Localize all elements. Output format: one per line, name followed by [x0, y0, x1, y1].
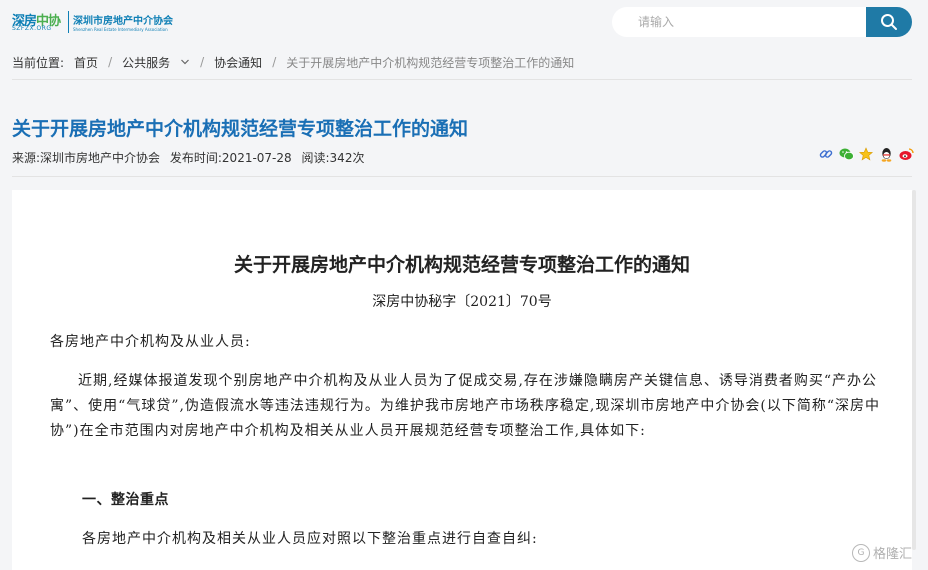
share-bar [818, 146, 914, 162]
search-input[interactable] [612, 7, 858, 37]
logo-domain: SZFZX.ORG [12, 25, 52, 32]
document-number: 深房中协秘字〔2021〕70号 [372, 294, 552, 310]
document-paragraph: 各房地产中介机构及相关从业人员应对照以下整治重点进行自查自纠: [82, 531, 538, 547]
article-publish-time: 发布时间:2021-07-28 [169, 151, 292, 165]
breadcrumb-notices[interactable]: 协会通知 [214, 54, 262, 71]
logo-name: 深圳市房地产中介协会 [73, 16, 173, 27]
weibo-icon[interactable] [898, 146, 914, 162]
logo-mark: 深房中协 SZFZX.ORG [12, 10, 64, 34]
search-button[interactable] [866, 7, 912, 37]
divider [12, 79, 912, 80]
search-box [612, 7, 867, 37]
breadcrumb-public-services[interactable]: 公共服务 [122, 54, 170, 71]
link-icon[interactable] [818, 146, 834, 162]
divider [12, 176, 912, 177]
logo-english-name: Shenzhen Real Estate Intermediary Associ… [73, 27, 168, 32]
article-title: 关于开展房地产中介机构规范经营专项整治工作的通知 [12, 118, 469, 140]
wechat-icon[interactable] [838, 146, 854, 162]
search-icon [881, 14, 897, 30]
document-salutation: 各房地产中介机构及从业人员: [50, 334, 251, 350]
logo-text: 深圳市房地产中介协会 Shenzhen Real Estate Intermed… [73, 12, 173, 32]
document-title: 关于开展房地产中介机构规范经营专项整治工作的通知 [233, 254, 690, 276]
scrollbar[interactable] [912, 190, 916, 550]
breadcrumb-home[interactable]: 首页 [74, 54, 98, 71]
article-read-count: 阅读:342次 [301, 151, 365, 165]
watermark-text: 格隆汇 [873, 547, 913, 562]
logo-divider [68, 11, 69, 33]
breadcrumb-prefix: 当前位置: [12, 55, 65, 70]
breadcrumb-separator: / [200, 55, 205, 69]
qq-icon[interactable] [878, 146, 894, 162]
article-content: 关于开展房地产中介机构规范经营专项整治工作的通知 深房中协秘字〔2021〕70号… [12, 190, 912, 570]
article-source: 来源:深圳市房地产中介协会 [12, 151, 161, 165]
chevron-down-icon[interactable] [180, 57, 190, 67]
breadcrumb-current: 关于开展房地产中介机构规范经营专项整治工作的通知 [286, 55, 575, 70]
section-heading: 一、整治重点 [82, 492, 169, 508]
watermark: G 格隆汇 [852, 543, 912, 562]
star-icon[interactable] [858, 146, 874, 162]
breadcrumb: 当前位置: 首页 / 公共服务 / 协会通知 / 关于开展房地产中介机构规范经营… [12, 53, 574, 71]
watermark-logo-icon: G [852, 543, 870, 562]
breadcrumb-separator: / [108, 55, 113, 69]
site-logo[interactable]: 深房中协 SZFZX.ORG 深圳市房地产中介协会 Shenzhen Real … [12, 9, 173, 35]
breadcrumb-separator: / [272, 55, 277, 69]
document-paragraph: 近期,经媒体报道发现个别房地产中介机构及从业人员为了促成交易,存在涉嫌隐瞒房产关… [50, 373, 880, 439]
article-meta: 来源:深圳市房地产中介协会 发布时间:2021-07-28 阅读:342次 [12, 149, 370, 166]
site-header: 深房中协 SZFZX.ORG 深圳市房地产中介协会 Shenzhen Real … [0, 0, 928, 44]
